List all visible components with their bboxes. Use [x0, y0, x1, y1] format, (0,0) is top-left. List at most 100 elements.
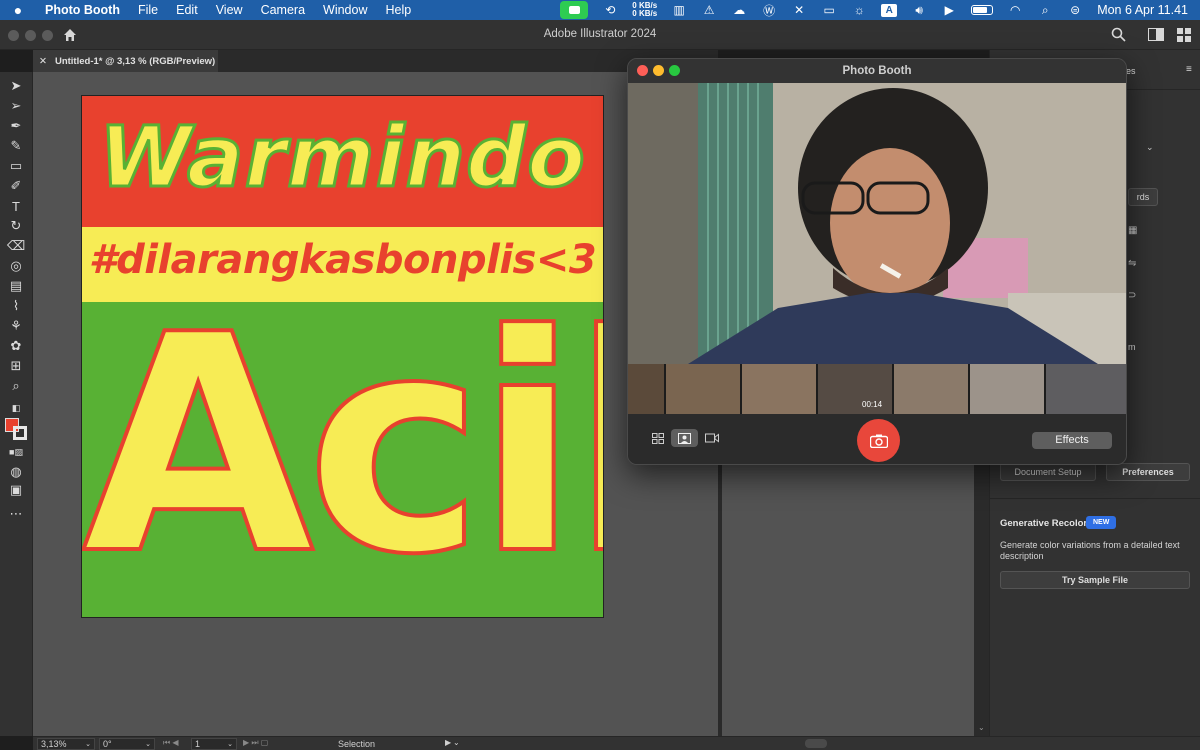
- warp-tool-icon[interactable]: ◎: [8, 258, 24, 274]
- scroll-down-icon[interactable]: ⌄: [978, 723, 985, 732]
- close-tab-icon[interactable]: ✕: [39, 56, 47, 67]
- search-icon[interactable]: ⌕: [1037, 3, 1053, 17]
- direct-selection-tool-icon[interactable]: ➢: [8, 98, 24, 114]
- window-icon[interactable]: ▭: [821, 3, 837, 17]
- camera-feed-image: [628, 83, 1126, 364]
- panel-menu-icon[interactable]: ≡: [1186, 64, 1192, 75]
- photo-booth-title: Photo Booth: [628, 59, 1126, 83]
- drawing-mode-icon[interactable]: ◍: [8, 464, 24, 480]
- warning-icon[interactable]: ⚠: [701, 3, 717, 17]
- grid-icon[interactable]: ▦: [1128, 225, 1137, 236]
- selection-tool-icon[interactable]: ➤: [8, 78, 24, 94]
- menu-camera[interactable]: Camera: [252, 3, 314, 17]
- zoom-chevron-icon[interactable]: ⌄: [85, 740, 91, 748]
- facetime-video-icon[interactable]: [560, 1, 589, 19]
- keyboard-input-icon[interactable]: A: [881, 3, 898, 17]
- rotation-field[interactable]: 0° ⌄: [99, 738, 155, 750]
- volume-icon[interactable]: 🔊︎: [911, 3, 927, 17]
- wordpress-icon[interactable]: Ⓦ: [761, 3, 777, 18]
- align-icon[interactable]: ⇋: [1128, 258, 1136, 269]
- menu-window[interactable]: Window: [314, 3, 376, 17]
- brightness-icon[interactable]: ☼: [851, 3, 867, 17]
- menu-app-name[interactable]: Photo Booth: [36, 3, 129, 17]
- pen-tool-icon[interactable]: ✒: [8, 118, 24, 134]
- menu-view[interactable]: View: [207, 3, 252, 17]
- thumbnail[interactable]: [1046, 364, 1126, 414]
- thumbnail[interactable]: 00:14: [818, 364, 892, 414]
- status-play-icon[interactable]: ▶: [445, 738, 451, 747]
- blend-tool-icon[interactable]: ⚘: [8, 318, 24, 334]
- arrange-icon[interactable]: [1177, 28, 1191, 42]
- pb-minimize-button[interactable]: [653, 65, 664, 76]
- thumbnail[interactable]: [894, 364, 968, 414]
- screen-mode-icon[interactable]: ▣: [8, 482, 24, 498]
- menu-bar: ● Photo Booth File Edit View Camera Wind…: [0, 0, 1200, 20]
- artboard-tool-icon[interactable]: ⊞: [8, 358, 24, 374]
- thumbnail[interactable]: [970, 364, 1044, 414]
- horizontal-scroll-thumb[interactable]: [805, 739, 827, 748]
- first-artboard-icon[interactable]: ⏮ ◀: [163, 738, 179, 748]
- document-tab-bar: ✕ Untitled-1* @ 3,13 % (RGB/Preview): [33, 50, 718, 72]
- rectangle-tool-icon[interactable]: ▭: [8, 158, 24, 174]
- menu-edit[interactable]: Edit: [167, 3, 207, 17]
- zoom-tool-icon[interactable]: ⌕: [8, 378, 24, 394]
- pb-zoom-button[interactable]: [669, 65, 680, 76]
- sync-icon[interactable]: ⟲: [602, 3, 618, 17]
- menu-help[interactable]: Help: [377, 3, 421, 17]
- play-icon[interactable]: ▶: [941, 3, 957, 17]
- effects-button[interactable]: Effects: [1032, 432, 1112, 449]
- big-title-text[interactable]: Acil: [82, 284, 603, 608]
- link-icon[interactable]: ⊃: [1128, 290, 1136, 301]
- document-setup-button[interactable]: Document Setup: [1000, 463, 1096, 481]
- dropdown-chevron-icon[interactable]: ⌄: [1146, 142, 1154, 153]
- default-colors-icon[interactable]: ◧: [8, 400, 24, 416]
- rotate-tool-icon[interactable]: ↻: [8, 218, 24, 234]
- cloud-icon[interactable]: ☁: [731, 3, 747, 17]
- more-tools-icon[interactable]: ⋯: [8, 506, 24, 522]
- status-chevron-icon[interactable]: ⌄: [453, 738, 460, 747]
- stroke-swatch[interactable]: [13, 426, 27, 440]
- control-center-icon[interactable]: ⊜: [1067, 3, 1083, 17]
- next-artboard-icon[interactable]: ▶ ⏭ ▢: [243, 738, 268, 748]
- single-photo-icon[interactable]: [671, 429, 698, 447]
- headline-text[interactable]: Warmindo: [82, 107, 603, 208]
- network-stats[interactable]: 0 KB/s 0 KB/s: [632, 2, 657, 18]
- workspace-icon[interactable]: [1148, 28, 1164, 41]
- type-tool-icon[interactable]: T: [8, 198, 24, 214]
- apple-menu-icon[interactable]: ●: [0, 2, 36, 18]
- document-tab[interactable]: ✕ Untitled-1* @ 3,13 % (RGB/Preview): [33, 50, 218, 72]
- zoom-field[interactable]: 3,13% ⌄: [37, 738, 95, 750]
- grid-mode-icon[interactable]: [644, 429, 671, 447]
- artboard-number-field[interactable]: 1 ⌄: [191, 738, 237, 750]
- symbol-sprayer-tool-icon[interactable]: ✿: [8, 338, 24, 354]
- take-photo-button[interactable]: [857, 419, 900, 462]
- clock[interactable]: Mon 6 Apr 11.41: [1097, 3, 1188, 17]
- bars-icon[interactable]: ▥: [671, 3, 687, 17]
- try-sample-file-button[interactable]: Try Sample File: [1000, 571, 1190, 589]
- eraser-tool-icon[interactable]: ⌫: [7, 238, 25, 254]
- artboard[interactable]: Warmindo #dilarangkasbonplis<3 Acil: [81, 95, 604, 618]
- curvature-tool-icon[interactable]: ✎: [8, 138, 24, 154]
- preferences-button[interactable]: Preferences: [1106, 463, 1190, 481]
- rotation-chevron-icon[interactable]: ⌄: [145, 740, 151, 748]
- paintbrush-tool-icon[interactable]: ✐: [8, 178, 24, 194]
- gradient-tool-icon[interactable]: ▤: [8, 278, 24, 294]
- battery-icon[interactable]: [971, 5, 994, 15]
- document-tab-label: Untitled-1* @ 3,13 % (RGB/Preview): [54, 55, 216, 67]
- thumbnail[interactable]: [628, 364, 664, 414]
- color-mode-icon[interactable]: ■▨: [8, 444, 24, 460]
- artboard-chevron-icon[interactable]: ⌄: [227, 740, 233, 748]
- thumbnail[interactable]: [742, 364, 816, 414]
- menu-file[interactable]: File: [129, 3, 167, 17]
- artboards-button[interactable]: rds: [1128, 188, 1158, 206]
- tools-panel: ➤ ➢ ✒ ✎ ▭ ✐ T ↻ ⌫ ◎ ▤ ⌇ ⚘ ✿ ⊞ ⌕ ◧ ■▨ ◍ ▣…: [0, 72, 33, 736]
- eyedropper-tool-icon[interactable]: ⌇: [8, 298, 24, 314]
- pb-close-button[interactable]: [637, 65, 648, 76]
- canvas-area[interactable]: Warmindo #dilarangkasbonplis<3 Acil: [33, 72, 718, 736]
- search-icon[interactable]: [1111, 27, 1126, 42]
- thumbnail[interactable]: [666, 364, 740, 414]
- video-mode-icon[interactable]: [698, 429, 725, 447]
- panel-tab-label[interactable]: es: [1126, 66, 1136, 76]
- mute-icon[interactable]: ✕: [791, 3, 807, 17]
- wifi-icon[interactable]: ◠: [1007, 3, 1023, 17]
